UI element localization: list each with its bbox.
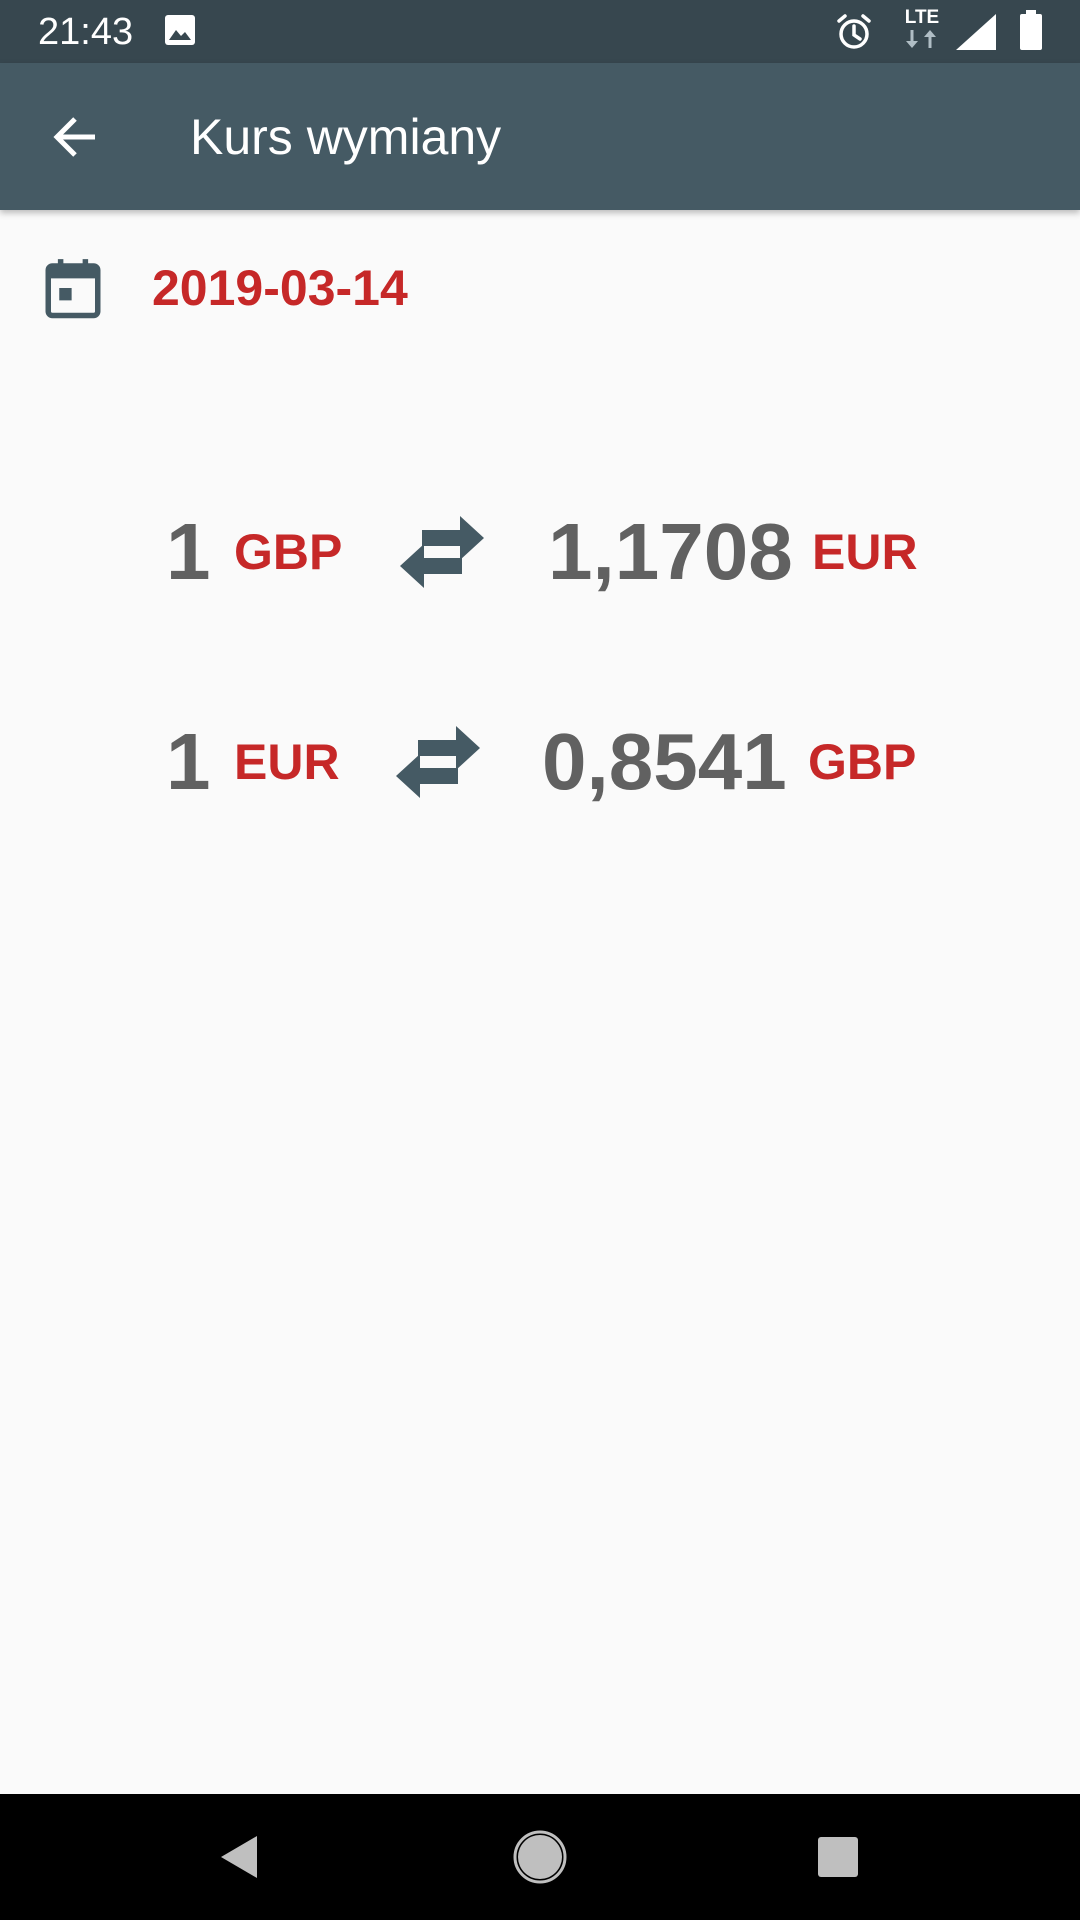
from-currency: GBP	[234, 524, 343, 580]
rate-row-gbp-eur: 1 GBP 1,1708 EUR	[0, 502, 1080, 602]
page-title: Kurs wymiany	[190, 109, 502, 165]
to-currency: GBP	[808, 734, 917, 790]
calendar-icon	[45, 259, 101, 319]
screen: 21:43 LTE Kurs wymiany 2019-03-14 1 GBP …	[0, 0, 1080, 1920]
status-time: 21:43	[38, 11, 134, 53]
data-arrows-icon	[906, 30, 936, 48]
from-amount: 1	[166, 717, 211, 806]
date-value: 2019-03-14	[152, 260, 408, 316]
nav-back-button[interactable]	[200, 1817, 280, 1897]
to-amount: 1,1708	[548, 507, 793, 596]
nav-recents-icon	[818, 1837, 858, 1877]
swap-horiz-icon	[400, 516, 484, 588]
lte-label: LTE	[904, 7, 940, 28]
nav-recents-button[interactable]	[798, 1817, 878, 1897]
status-bar: 21:43 LTE	[0, 0, 1080, 63]
signal-icon	[956, 14, 996, 50]
lte-data-icon: LTE	[902, 8, 942, 54]
nav-home-button[interactable]	[500, 1817, 580, 1897]
to-currency: EUR	[812, 524, 918, 580]
swap-horiz-icon	[396, 726, 480, 798]
nav-home-icon	[513, 1830, 567, 1884]
to-amount: 0,8541	[542, 717, 787, 806]
back-button[interactable]	[30, 99, 120, 175]
app-bar: Kurs wymiany	[0, 63, 1080, 210]
date-picker[interactable]: 2019-03-14	[40, 248, 408, 328]
from-amount: 1	[166, 507, 211, 596]
navigation-bar	[0, 1794, 1080, 1920]
rate-row-eur-gbp: 1 EUR 0,8541 GBP	[0, 712, 1080, 812]
from-currency: EUR	[234, 734, 340, 790]
nav-back-icon	[221, 1836, 257, 1878]
swap-button[interactable]	[392, 514, 492, 590]
battery-icon	[1020, 10, 1042, 50]
alarm-icon	[837, 14, 871, 49]
swap-button[interactable]	[388, 724, 488, 800]
image-icon	[165, 15, 195, 45]
arrow-back-icon	[53, 117, 95, 157]
